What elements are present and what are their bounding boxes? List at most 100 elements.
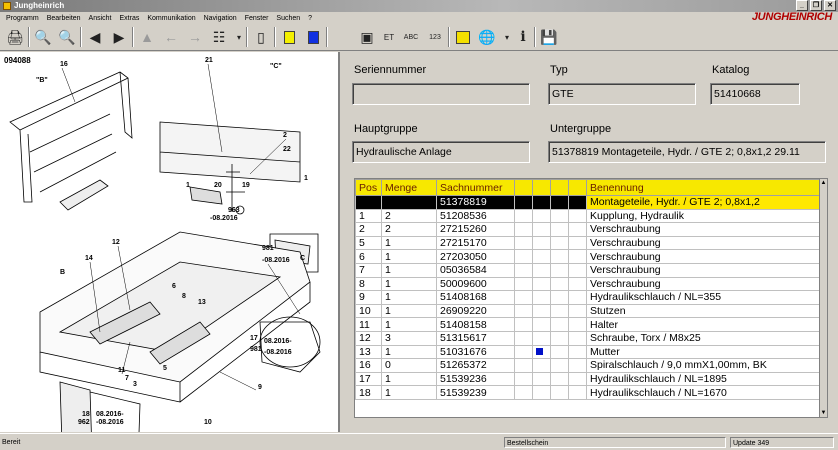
cell-benennung: Schraube, Torx / M8x25 bbox=[586, 330, 822, 346]
cell-menge: 1 bbox=[381, 290, 437, 305]
cell-marker bbox=[532, 276, 551, 292]
back-arrow-icon[interactable]: ◀ bbox=[84, 26, 106, 48]
cell-menge: 1 bbox=[381, 276, 437, 292]
print-icon[interactable]: 🖨 bbox=[4, 26, 26, 48]
table-row[interactable]: 9 1 51408168 Hydraulikschlauch / NL=355 bbox=[355, 290, 822, 305]
cell-marker bbox=[568, 385, 587, 400]
table-row[interactable]: 13 1 51031676 Mutter bbox=[355, 344, 822, 360]
order-sheet-panel[interactable]: Bestellschein bbox=[504, 437, 726, 448]
hauptgruppe-label: Hauptgruppe bbox=[354, 123, 418, 135]
cell-pos: 18 bbox=[355, 385, 382, 400]
menu-programm[interactable]: Programm bbox=[2, 15, 43, 22]
menu-extras[interactable]: Extras bbox=[116, 15, 144, 22]
et-button[interactable]: ET bbox=[378, 26, 400, 48]
callout-label: 8 bbox=[182, 293, 186, 300]
zoom-in-icon[interactable]: 🔍 bbox=[32, 26, 54, 48]
cell-marker bbox=[532, 344, 551, 360]
up-arrow-icon[interactable]: ▲ bbox=[136, 26, 158, 48]
table-row[interactable]: 12 3 51315617 Schraube, Torx / M8x25 bbox=[355, 330, 822, 346]
untergruppe-field[interactable]: 51378819 Montageteile, Hydr. / GTE 2; 0,… bbox=[548, 141, 826, 163]
callout-label: "C" bbox=[270, 63, 282, 70]
tree-view-icon[interactable]: ☷ bbox=[208, 26, 230, 48]
table-scrollbar[interactable]: ▲ ▼ bbox=[819, 179, 827, 417]
cell-marker bbox=[550, 262, 569, 278]
zoom-out-icon[interactable]: 🔍 bbox=[56, 26, 78, 48]
parts-table-container: Pos Menge Sachnummer Benennung 51378819 M… bbox=[354, 178, 828, 418]
cell-menge: 1 bbox=[381, 385, 437, 400]
yellow-marker-icon[interactable] bbox=[278, 26, 300, 48]
cell-menge: 1 bbox=[381, 262, 437, 278]
cell-marker bbox=[514, 262, 533, 278]
column-header-pos[interactable]: Pos bbox=[355, 179, 382, 196]
table-row[interactable]: 51378819 Montageteile, Hydr. / GTE 2; 0,8… bbox=[355, 195, 822, 210]
history-back-icon[interactable]: ← bbox=[160, 26, 182, 48]
katalog-field[interactable]: 51410668 bbox=[710, 83, 800, 105]
column-header-marker-3[interactable] bbox=[550, 179, 569, 196]
menu-ansicht[interactable]: Ansicht bbox=[85, 15, 116, 22]
exploded-drawing-view[interactable]: 094088 16 "B" 21 "C" 2 22 1 20 19 1 963 … bbox=[0, 52, 340, 432]
forward-arrow-icon[interactable]: ▶ bbox=[108, 26, 130, 48]
history-forward-icon[interactable]: → bbox=[184, 26, 206, 48]
restore-button[interactable]: ❐ bbox=[810, 0, 822, 11]
blue-marker-icon[interactable] bbox=[302, 26, 324, 48]
cell-marker bbox=[550, 276, 569, 292]
table-row[interactable]: 6 1 27203050 Verschraubung bbox=[355, 249, 822, 264]
menu-kommunikation[interactable]: Kommunikation bbox=[143, 15, 199, 22]
cell-marker bbox=[514, 385, 533, 400]
table-row[interactable]: 2 2 27215260 Verschraubung bbox=[355, 222, 822, 237]
column-header-marker-2[interactable] bbox=[532, 179, 551, 196]
callout-label: 2 bbox=[283, 132, 287, 139]
table-row[interactable]: 17 1 51539236 Hydraulikschlauch / NL=1895 bbox=[355, 371, 822, 387]
exploded-drawing: 16 "B" 21 "C" 2 22 1 20 19 1 963 -08.201… bbox=[9, 57, 321, 432]
globe-icon[interactable]: 🌐 bbox=[476, 26, 498, 48]
brand-logo: JUNGHEINRICH bbox=[751, 11, 832, 23]
abc-button[interactable]: ABC bbox=[400, 26, 422, 48]
cell-marker bbox=[514, 222, 533, 237]
typ-field[interactable]: GTE bbox=[548, 83, 696, 105]
cell-benennung: Stutzen bbox=[586, 303, 822, 319]
table-row[interactable]: 10 1 26909220 Stutzen bbox=[355, 303, 822, 319]
menu-suchen[interactable]: Suchen bbox=[272, 15, 304, 22]
seriennummer-field[interactable] bbox=[352, 83, 530, 105]
menu-navigation[interactable]: Navigation bbox=[200, 15, 241, 22]
scroll-down-icon[interactable]: ▼ bbox=[820, 409, 827, 417]
cell-marker bbox=[550, 208, 569, 224]
column-header-benennung[interactable]: Benennung bbox=[586, 179, 822, 196]
table-row[interactable]: 1 2 51208536 Kupplung, Hydraulik bbox=[355, 208, 822, 224]
order-list-icon[interactable] bbox=[452, 26, 474, 48]
close-button[interactable]: ✕ bbox=[824, 0, 836, 11]
table-row[interactable]: 11 1 51408158 Halter bbox=[355, 317, 822, 332]
table-row[interactable]: 5 1 27215170 Verschraubung bbox=[355, 235, 822, 251]
table-row[interactable]: 7 1 05036584 Verschraubung bbox=[355, 262, 822, 278]
cell-benennung: Kupplung, Hydraulik bbox=[586, 208, 822, 224]
cell-pos: 8 bbox=[355, 276, 382, 292]
cell-marker bbox=[550, 358, 569, 373]
info-icon[interactable]: i bbox=[512, 26, 534, 48]
cell-benennung: Montageteile, Hydr. / GTE 2; 0,8x1,2 bbox=[586, 195, 822, 210]
cell-pos: 16 bbox=[355, 358, 382, 373]
save-icon[interactable]: 💾 bbox=[538, 26, 560, 48]
table-row[interactable]: 16 0 51265372 Spiralschlauch / 9,0 mmX1,00m… bbox=[355, 358, 822, 373]
seriennummer-label: Seriennummer bbox=[354, 64, 427, 76]
number-button[interactable]: 123 bbox=[424, 26, 446, 48]
column-header-sachnummer[interactable]: Sachnummer bbox=[436, 179, 515, 196]
column-header-menge[interactable]: Menge bbox=[381, 179, 437, 196]
cell-benennung: Hydraulikschlauch / NL=355 bbox=[586, 290, 822, 305]
menu-fenster[interactable]: Fenster bbox=[241, 15, 273, 22]
column-header-marker-4[interactable] bbox=[568, 179, 587, 196]
minimize-button[interactable]: _ bbox=[796, 0, 808, 11]
menu-bearbeiten[interactable]: Bearbeiten bbox=[43, 15, 85, 22]
table-row[interactable]: 18 1 51539239 Hydraulikschlauch / NL=1670 bbox=[355, 385, 822, 400]
cell-marker bbox=[568, 208, 587, 224]
callout-label: 17 bbox=[250, 335, 258, 342]
table-row[interactable]: 8 1 50009600 Verschraubung bbox=[355, 276, 822, 292]
cell-marker bbox=[532, 330, 551, 346]
column-header-marker-1[interactable] bbox=[514, 179, 533, 196]
hauptgruppe-field[interactable]: Hydraulische Anlage bbox=[352, 141, 530, 163]
menu-help[interactable]: ? bbox=[304, 15, 316, 22]
cart-icon[interactable]: ▣ bbox=[356, 26, 378, 48]
document-icon[interactable]: ▯ bbox=[250, 26, 272, 48]
cell-marker bbox=[514, 195, 533, 210]
scroll-up-icon[interactable]: ▲ bbox=[820, 179, 827, 187]
cell-marker bbox=[532, 222, 551, 237]
